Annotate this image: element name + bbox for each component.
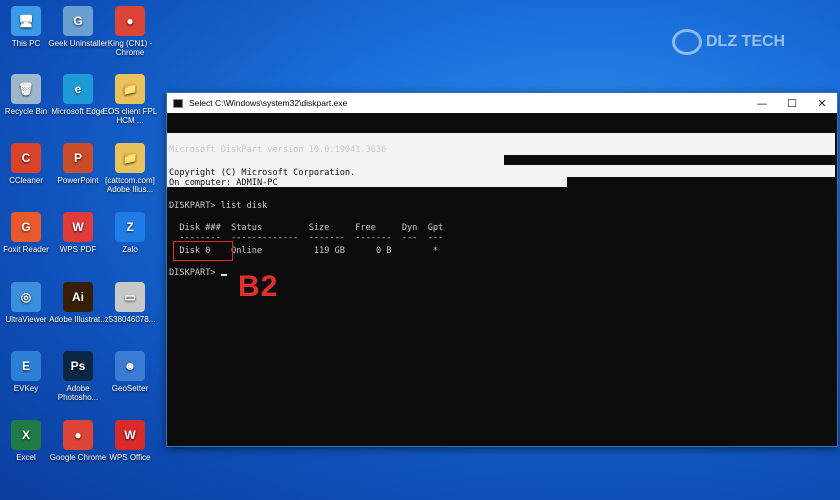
desktop-icon-label: Adobe Illustrat... [49,315,107,324]
window-title: Select C:\Windows\system32\diskpart.exe [189,98,348,108]
selection-gap [504,155,835,165]
desktop-icon-label: GeoSetter [111,384,149,393]
desktop-icon-label: Zalo [122,245,138,254]
illustrator-icon: Ai [63,282,93,312]
desktop-icon[interactable]: P PowerPoint [48,143,108,185]
computer-icon: 🖥 [11,6,41,36]
prompt-text: DISKPART> [169,268,221,278]
desktop-icon-label: PowerPoint [57,176,99,185]
excel-icon: X [11,420,41,450]
geosetter-icon: ☻ [115,351,145,381]
watermark-logo: DLZ TECH [672,22,802,62]
chrome-icon: ● [63,420,93,450]
evkey-icon: E [11,351,41,381]
watermark-logo-icon [672,29,702,55]
recycle-bin-icon: 🗑 [11,74,41,104]
desktop-icon-label: WPS PDF [59,245,97,254]
zalo-icon: Z [115,212,145,242]
text-cursor [220,274,227,276]
version-line: Microsoft DiskPart version 10.0.19041.36… [169,145,387,155]
step-label: B2 [238,270,279,303]
desktop-icon[interactable]: 📁 EOS client FPL HCM ... [100,74,160,125]
photoshop-icon: Ps [63,351,93,381]
desktop-icon-label: Adobe Photosho... [57,384,99,402]
desktop-icon-label: EOS client FPL HCM ... [102,107,158,125]
wps-office-icon: W [115,420,145,450]
close-button[interactable]: ✕ [807,93,837,113]
desktop-icon-label: King (CN1) - Chrome [107,39,153,57]
desktop-icon-label: z538046078... [104,315,156,324]
maximize-button[interactable]: ☐ [777,93,807,113]
watermark-text: DLZ TECH [706,33,786,50]
desktop-icon[interactable]: W WPS Office [100,420,160,462]
edge-icon: e [63,74,93,104]
prompt-line: DISKPART> [169,268,227,279]
powerpoint-icon: P [63,143,93,173]
window-titlebar[interactable]: Select C:\Windows\system32\diskpart.exe … [167,93,837,113]
desktop-icon-label: [cattcom.com] Adobe Illus... [105,176,155,194]
folder-icon: 📁 [115,74,145,104]
geek-icon: G [63,6,93,36]
desktop-icon[interactable]: G Geek Uninstaller [48,6,108,48]
folder-icon: 📁 [115,143,145,173]
desktop-icon-label: Geek Uninstaller [48,39,108,48]
disk-0-highlight-box [173,241,233,261]
selection-highlight-3 [504,165,835,177]
desktop-icon[interactable]: 📁 [cattcom.com] Adobe Illus... [100,143,160,194]
wps-pdf-icon: W [63,212,93,242]
ultraviewer-icon: ◎ [11,282,41,312]
desktop-icon[interactable]: Z Zalo [100,212,160,254]
desktop-icon[interactable]: e Microsoft Edge [48,74,108,116]
desktop-icon[interactable]: ● Google Chrome [48,420,108,462]
desktop-icon-label: Microsoft Edge [51,107,105,116]
desktop-icon[interactable]: ☻ GeoSetter [100,351,160,393]
desktop-icon-label: Google Chrome [49,453,107,462]
command-line: DISKPART> list disk [169,201,268,211]
foxit-icon: G [11,212,41,242]
desktop-icon[interactable]: W WPS PDF [48,212,108,254]
desktop-icon[interactable]: Ps Adobe Photosho... [48,351,108,402]
ccleaner-icon: C [11,143,41,173]
console-app-icon [173,98,183,108]
desktop-icon-label: WPS Office [109,453,151,462]
image-file-icon: ▭ [115,282,145,312]
desktop-icon[interactable]: ● King (CN1) - Chrome [100,6,160,57]
minimize-button[interactable]: — [747,93,777,113]
computer-line: On computer: ADMIN-PC [169,178,278,188]
chrome-icon: ● [115,6,145,36]
desktop-icon[interactable]: ▭ z538046078... [100,282,160,324]
desktop-icon[interactable]: Ai Adobe Illustrat... [48,282,108,324]
